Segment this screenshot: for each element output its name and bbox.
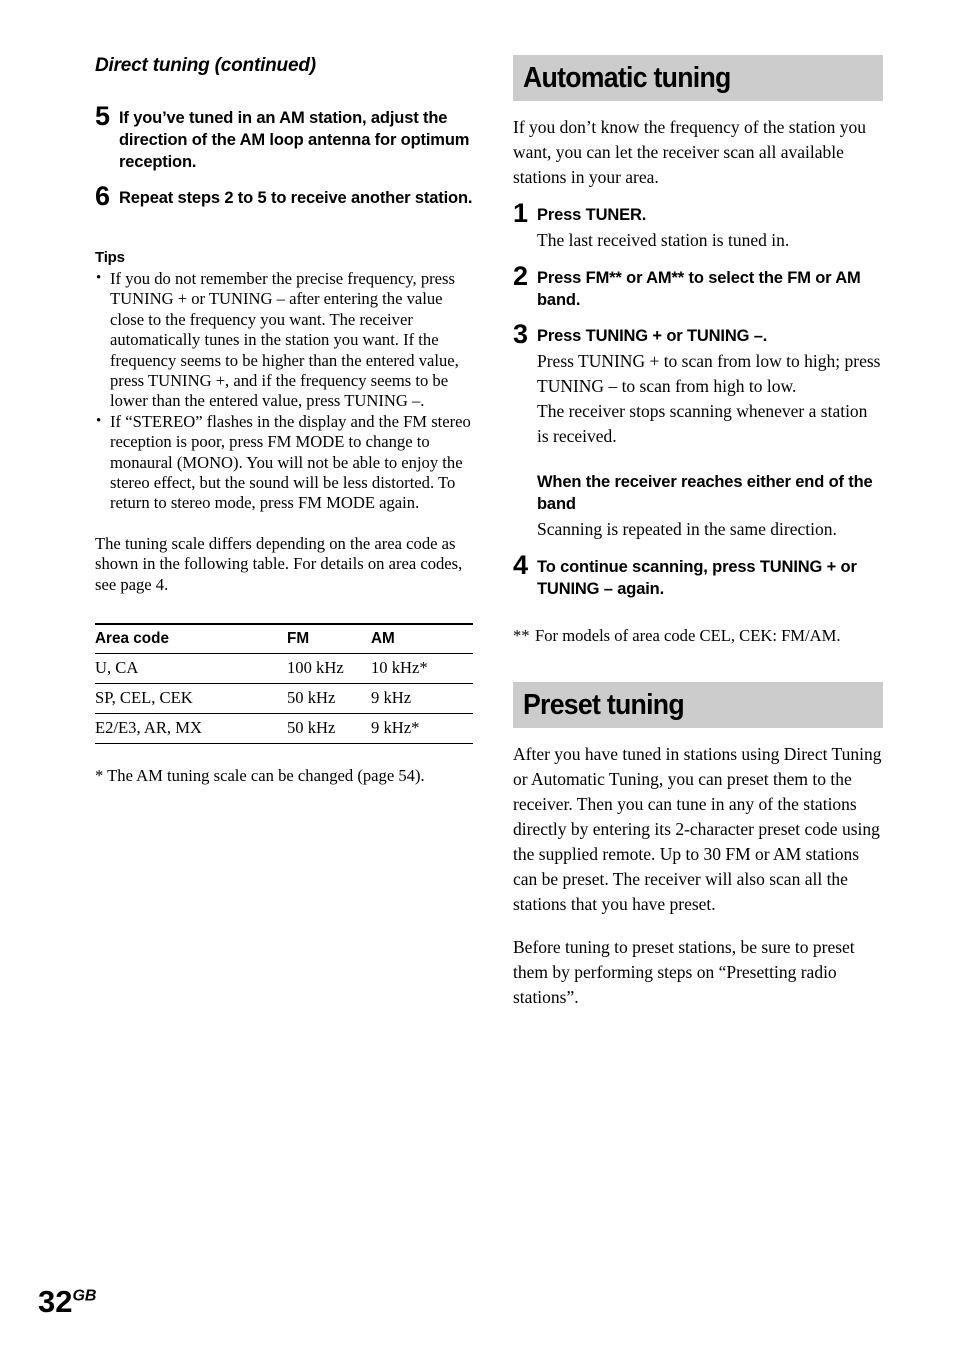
tip-item: If “STEREO” flashes in the display and t… <box>95 411 473 514</box>
running-head: Direct tuning (continued) <box>95 55 316 76</box>
step-item: 2 Press FM** or AM** to select the FM or… <box>513 261 883 311</box>
table-cell-am: 10 kHz* <box>371 653 473 685</box>
table-cell-area-code: E2/E3, AR, MX <box>95 713 287 745</box>
step-title: To continue scanning, press TUNING + or … <box>537 558 857 598</box>
subsection-heading: When the receiver reaches either end of … <box>537 473 873 513</box>
step-item: 3 Press TUNING + or TUNING –. Press TUNI… <box>513 319 883 449</box>
page-number: 32GB <box>38 1286 96 1317</box>
right-column: Automatic tuning If you don’t know the f… <box>513 55 883 1010</box>
table-header-am: AM <box>371 623 473 655</box>
tip-item: If you do not remember the precise frequ… <box>95 268 473 412</box>
step-description: Press TUNING + to scan from low to high;… <box>537 349 883 449</box>
step-number: 3 <box>513 319 529 349</box>
section-footnote: ** For models of area code CEL, CEK: FM/… <box>513 626 883 646</box>
paragraph: The last received station is tuned in. <box>537 230 790 250</box>
subsection-description: Scanning is repeated in the same directi… <box>537 519 837 539</box>
section-intro-preset: After you have tuned in stations using D… <box>513 742 883 1010</box>
paragraph: Press TUNING + to scan from low to high;… <box>537 351 881 396</box>
area-code-table: Area code FM AM U, CA 100 kHz 10 kHz* SP… <box>95 623 473 745</box>
table-cell-am: 9 kHz <box>371 683 473 715</box>
step-number: 6 <box>95 181 111 211</box>
step-body: To continue scanning, press TUNING + or … <box>537 556 883 600</box>
step-title: Repeat steps 2 to 5 to receive another s… <box>119 189 473 207</box>
table-row: U, CA 100 kHz 10 kHz* <box>95 653 473 685</box>
paragraph: Before tuning to preset stations, be sur… <box>513 937 855 1008</box>
step-number: 5 <box>95 101 111 131</box>
table-cell-fm: 50 kHz <box>287 683 371 715</box>
table-cell-am: 9 kHz* <box>371 713 473 745</box>
step-title: Press TUNING + or TUNING –. <box>537 327 768 345</box>
table-cell-area-code: U, CA <box>95 653 287 685</box>
table-cell-fm: 100 kHz <box>287 653 371 685</box>
table-footnote: * The AM tuning scale can be changed (pa… <box>95 766 425 786</box>
page-number-suffix: GB <box>72 1287 97 1305</box>
page-number-value: 32 <box>38 1284 73 1319</box>
step-number: 2 <box>513 261 529 291</box>
step-body: Press TUNER. The last received station i… <box>537 204 883 253</box>
step-item: 1 Press TUNER. The last received station… <box>513 198 883 253</box>
table-intro-paragraph: The tuning scale differs depending on th… <box>95 533 463 594</box>
tips-heading: Tips <box>95 249 125 266</box>
step-body: Repeat steps 2 to 5 to receive another s… <box>119 187 473 209</box>
table-header-row: Area code FM AM <box>95 623 473 655</box>
step-body: Press FM** or AM** to select the FM or A… <box>537 267 883 311</box>
table-row: E2/E3, AR, MX 50 kHz 9 kHz* <box>95 713 473 745</box>
table-cell-fm: 50 kHz <box>287 713 371 745</box>
left-column: Direct tuning (continued) 5 If you’ve tu… <box>95 55 473 787</box>
step-title: Press TUNER. <box>537 206 647 224</box>
tips-list: If you do not remember the precise frequ… <box>95 268 473 514</box>
table-header-area-code: Area code <box>95 623 287 655</box>
step-body: If you’ve tuned in an AM station, adjust… <box>119 107 473 173</box>
step-description: The last received station is tuned in. <box>537 228 883 253</box>
step-body: Press TUNING + or TUNING –. Press TUNING… <box>537 325 883 449</box>
step-item: 4 To continue scanning, press TUNING + o… <box>513 550 883 600</box>
section-intro-automatic: If you don’t know the frequency of the s… <box>513 115 883 190</box>
section-header-preset-tuning: Preset tuning <box>513 682 883 729</box>
table-header-fm: FM <box>287 623 371 655</box>
section-title: Automatic tuning <box>523 61 731 94</box>
step-title: If you’ve tuned in an AM station, adjust… <box>119 109 470 171</box>
footnote-marker: ** <box>513 626 530 645</box>
paragraph: The receiver stops scanning whenever a s… <box>537 401 868 446</box>
paragraph: If you don’t know the frequency of the s… <box>513 117 866 187</box>
footnote-text: For models of area code CEL, CEK: FM/AM. <box>535 626 841 645</box>
step-item: 5 If you’ve tuned in an AM station, adju… <box>95 101 473 173</box>
table-row: SP, CEL, CEK 50 kHz 9 kHz <box>95 683 473 715</box>
step-number: 4 <box>513 550 529 580</box>
paragraph: After you have tuned in stations using D… <box>513 744 882 915</box>
step-title: Press FM** or AM** to select the FM or A… <box>537 269 861 309</box>
step-number: 1 <box>513 198 529 228</box>
section-header-automatic-tuning: Automatic tuning <box>513 55 883 101</box>
step-item: 6 Repeat steps 2 to 5 to receive another… <box>95 181 473 211</box>
document-page: Direct tuning (continued) 5 If you’ve tu… <box>0 0 954 1352</box>
table-cell-area-code: SP, CEL, CEK <box>95 683 287 715</box>
section-title: Preset tuning <box>523 688 685 721</box>
